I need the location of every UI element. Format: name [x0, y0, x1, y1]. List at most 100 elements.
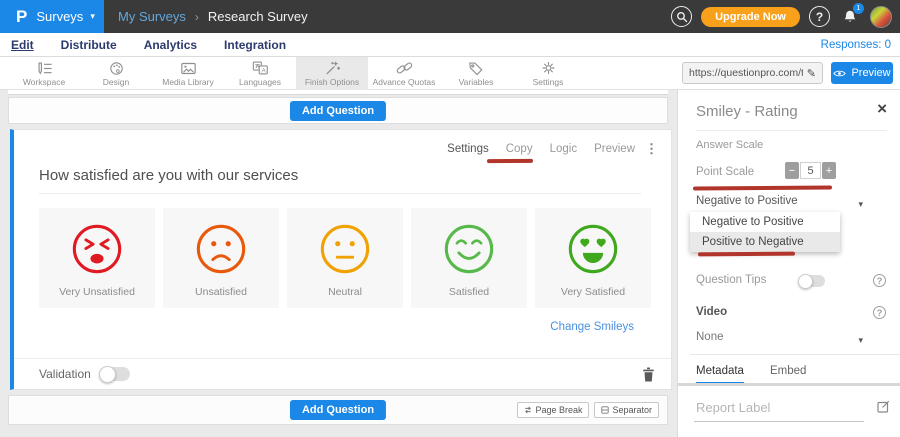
unsatisfied-smiley-icon: [194, 222, 248, 276]
help-button[interactable]: ?: [809, 6, 830, 27]
delete-question-button[interactable]: [642, 367, 655, 382]
questionpro-logo-icon: P: [16, 8, 27, 25]
video-selected-value: None: [696, 331, 724, 343]
panel-divider: [690, 354, 900, 355]
question-settings-panel: Smiley - Rating × Answer Scale Point Sca…: [677, 90, 900, 437]
breadcrumb-my-surveys[interactable]: My Surveys: [118, 9, 186, 24]
toolbar-item-design[interactable]: Design: [80, 57, 152, 90]
question-menu-preview[interactable]: Preview: [594, 143, 635, 155]
change-smileys-link[interactable]: Change Smileys: [550, 321, 634, 333]
toolbar-items: Workspace Design Media Library: [8, 57, 584, 90]
product-menu[interactable]: P Surveys ▾: [0, 0, 104, 33]
caret-down-icon[interactable]: ▾: [858, 335, 863, 346]
report-label-input[interactable]: [694, 396, 864, 422]
annotation-underline-positive-to-negative: [698, 252, 795, 256]
neutral-smiley-icon: [318, 222, 372, 276]
page-break-separator-group: Page Break Separator: [517, 402, 659, 418]
toolbar-item-label: Languages: [239, 77, 281, 87]
validation-label: Validation: [39, 367, 91, 381]
smiley-option-neutral[interactable]: Neutral: [287, 208, 403, 308]
question-more-menu-icon[interactable]: ⋮: [645, 141, 658, 157]
topbar-actions: Upgrade Now ? 1: [671, 0, 892, 33]
help-icon: ?: [816, 10, 823, 24]
design-palette-icon: [108, 61, 125, 76]
notification-count-badge: 1: [853, 3, 864, 14]
annotation-underline-settings: [487, 159, 533, 163]
workspace-icon: [35, 61, 54, 76]
user-avatar[interactable]: [870, 6, 892, 28]
toolbar-item-label: Settings: [533, 77, 564, 87]
survey-url-field[interactable]: https://questionpro.com/t/A ✎: [682, 62, 823, 84]
toolbar-item-media-library[interactable]: Media Library: [152, 57, 224, 90]
question-menu-logic[interactable]: Logic: [550, 143, 578, 155]
panel-tabs-divider: [678, 383, 900, 386]
add-question-button-top[interactable]: Add Question: [290, 101, 386, 121]
question-title[interactable]: How satisfied are you with our services: [39, 167, 298, 184]
report-label-edit-icon[interactable]: [877, 400, 890, 413]
close-panel-icon[interactable]: ×: [877, 100, 887, 117]
smiley-option-satisfied[interactable]: Satisfied: [411, 208, 527, 308]
point-scale-value[interactable]: 5: [800, 162, 821, 179]
question-menu-copy[interactable]: Copy: [506, 143, 533, 155]
question-menu: Settings Copy Logic Preview: [447, 143, 635, 155]
toolbar-item-label: Finish Options: [305, 77, 359, 87]
separator-checkbox-icon: [601, 406, 609, 414]
quotas-link-icon: [395, 60, 414, 76]
question-tips-toggle[interactable]: [799, 275, 825, 287]
dropdown-option-negative-to-positive[interactable]: Negative to Positive: [690, 212, 840, 232]
toggle-knob: [99, 366, 116, 383]
page-break-button[interactable]: Page Break: [517, 402, 589, 418]
caret-down-icon[interactable]: ▾: [858, 199, 863, 210]
add-question-bar-top: Add Question: [8, 97, 668, 124]
point-scale-decrease-button[interactable]: −: [785, 162, 799, 179]
page-break-label: Page Break: [535, 405, 582, 415]
toolbar-item-settings[interactable]: Settings: [512, 57, 584, 90]
toolbar-item-workspace[interactable]: Workspace: [8, 57, 80, 90]
toolbar-item-finish-options[interactable]: Finish Options: [296, 57, 368, 90]
search-button[interactable]: [671, 6, 692, 27]
satisfied-smiley-icon: [442, 222, 496, 276]
toolbar-item-label: Variables: [459, 77, 494, 87]
add-question-button-bottom[interactable]: Add Question: [290, 400, 386, 420]
toolbar-item-languages[interactable]: A Languages: [224, 57, 296, 90]
upgrade-now-button[interactable]: Upgrade Now: [701, 7, 800, 27]
top-bar: P Surveys ▾ My Surveys › Research Survey…: [0, 0, 900, 33]
tab-embed[interactable]: Embed: [770, 365, 806, 384]
separator-label: Separator: [612, 405, 652, 415]
smiley-label: Very Satisfied: [561, 286, 625, 298]
search-icon: [676, 11, 688, 23]
question-menu-settings[interactable]: Settings: [447, 143, 489, 155]
smiley-label: Neutral: [328, 286, 362, 298]
notifications-button[interactable]: 1: [839, 6, 861, 28]
video-help-icon[interactable]: ?: [873, 306, 886, 319]
tab-edit[interactable]: Edit: [11, 38, 34, 52]
tab-analytics[interactable]: Analytics: [144, 38, 197, 52]
smiley-option-unsatisfied[interactable]: Unsatisfied: [163, 208, 279, 308]
edit-url-icon[interactable]: ✎: [807, 67, 816, 80]
tab-distribute[interactable]: Distribute: [61, 38, 117, 52]
validation-toggle[interactable]: [100, 367, 130, 381]
toolbar-item-label: Workspace: [23, 77, 65, 87]
responses-count[interactable]: Responses: 0: [821, 39, 891, 51]
finish-options-wand-icon: [323, 60, 341, 76]
languages-icon: A: [251, 60, 270, 76]
trash-icon: [642, 367, 655, 382]
toolbar-item-advance-quotas[interactable]: Advance Quotas: [368, 57, 440, 90]
scrolled-block-edge: [8, 90, 668, 95]
point-scale-increase-button[interactable]: +: [822, 162, 836, 179]
breadcrumb-current-survey: Research Survey: [208, 9, 308, 24]
tab-integration[interactable]: Integration: [224, 38, 286, 52]
preview-button[interactable]: Preview: [831, 62, 893, 84]
smiley-option-very-unsatisfied[interactable]: Very Unsatisfied: [39, 208, 155, 308]
page-break-icon: [524, 406, 532, 414]
dropdown-option-positive-to-negative[interactable]: Positive to Negative: [690, 232, 840, 252]
separator-button[interactable]: Separator: [594, 402, 659, 418]
toolbar-item-variables[interactable]: Variables: [440, 57, 512, 90]
question-tips-help-icon[interactable]: ?: [873, 274, 886, 287]
eye-icon: [833, 69, 846, 78]
smiley-option-very-satisfied[interactable]: Very Satisfied: [535, 208, 651, 308]
survey-url-value: https://questionpro.com/t/A: [689, 67, 803, 79]
breadcrumb: My Surveys › Research Survey: [118, 0, 308, 33]
question-card: Settings Copy Logic Preview ⋮ How satisf…: [10, 129, 672, 390]
tab-metadata[interactable]: Metadata: [696, 365, 744, 384]
